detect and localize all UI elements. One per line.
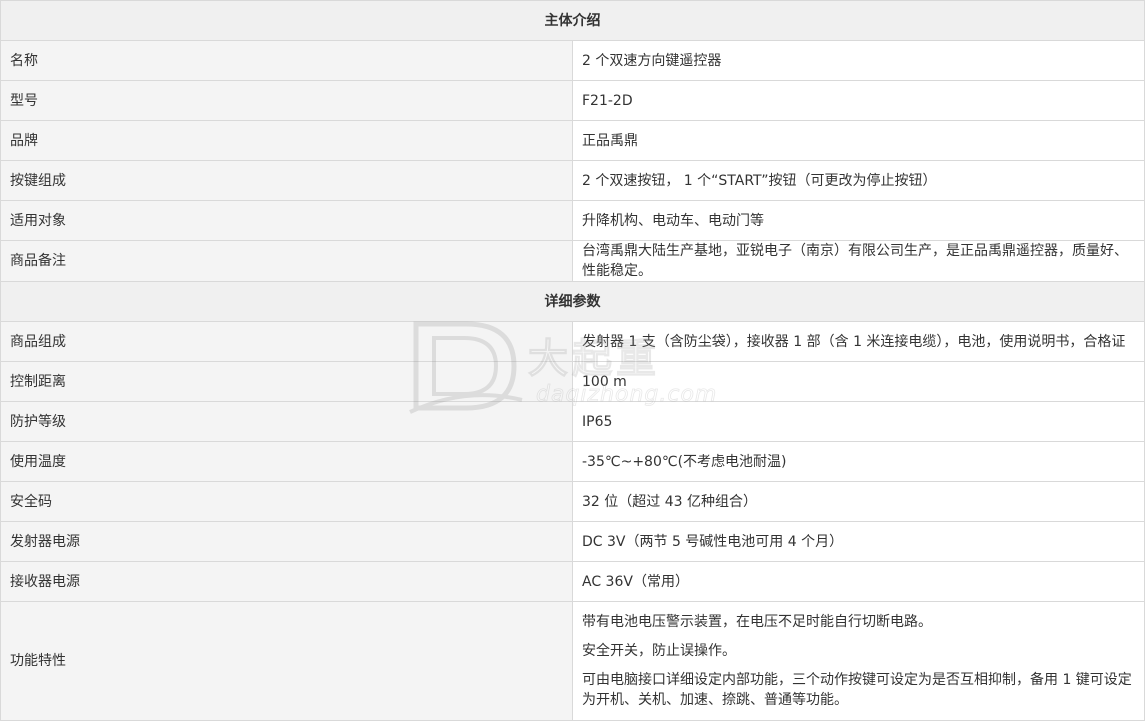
table-row: 品牌 正品禹鼎 bbox=[0, 120, 1145, 161]
row-value: 100 m bbox=[572, 361, 1145, 402]
row-value: DC 3V（两节 5 号碱性电池可用 4 个月） bbox=[572, 521, 1145, 562]
row-label: 功能特性 bbox=[0, 601, 573, 721]
row-value: F21-2D bbox=[572, 80, 1145, 121]
feature-line: 安全开关，防止误操作。 bbox=[582, 643, 736, 659]
row-label: 商品组成 bbox=[0, 321, 573, 362]
table-row: 使用温度 -35℃~+80℃(不考虑电池耐温) bbox=[0, 441, 1145, 482]
spec-table: 主体介绍 名称 2 个双速方向键遥控器 型号 F21-2D 品牌 正品禹鼎 按键… bbox=[0, 0, 1145, 721]
row-value: 2 个双速方向键遥控器 bbox=[572, 40, 1145, 81]
table-row: 按键组成 2 个双速按钮， 1 个“START”按钮（可更改为停止按钮） bbox=[0, 160, 1145, 201]
table-row: 发射器电源 DC 3V（两节 5 号碱性电池可用 4 个月） bbox=[0, 521, 1145, 562]
row-label: 防护等级 bbox=[0, 401, 573, 442]
row-value: 发射器 1 支（含防尘袋），接收器 1 部（含 1 米连接电缆），电池，使用说明… bbox=[572, 321, 1145, 362]
table-row: 安全码 32 位（超过 43 亿种组合） bbox=[0, 481, 1145, 522]
table-row: 商品备注 台湾禹鼎大陆生产基地，亚锐电子（南京）有限公司生产，是正品禹鼎遥控器，… bbox=[0, 240, 1145, 282]
feature-line: 可由电脑接口详细设定内部功能，三个动作按键可设定为是否互相抑制，备用 1 键可设… bbox=[582, 672, 1132, 708]
row-value: IP65 bbox=[572, 401, 1145, 442]
table-row: 适用对象 升降机构、电动车、电动门等 bbox=[0, 200, 1145, 241]
row-label: 接收器电源 bbox=[0, 561, 573, 602]
row-label: 控制距离 bbox=[0, 361, 573, 402]
table-row: 接收器电源 AC 36V（常用） bbox=[0, 561, 1145, 602]
row-value: 2 个双速按钮， 1 个“START”按钮（可更改为停止按钮） bbox=[572, 160, 1145, 201]
row-label: 使用温度 bbox=[0, 441, 573, 482]
section-title-intro: 主体介绍 bbox=[0, 0, 1145, 41]
table-row-features: 功能特性 带有电池电压警示装置，在电压不足时能自行切断电路。 安全开关，防止误操… bbox=[0, 601, 1145, 721]
row-value: 升降机构、电动车、电动门等 bbox=[572, 200, 1145, 241]
row-label: 品牌 bbox=[0, 120, 573, 161]
table-row: 名称 2 个双速方向键遥控器 bbox=[0, 40, 1145, 81]
row-value: -35℃~+80℃(不考虑电池耐温) bbox=[572, 441, 1145, 482]
row-value: 台湾禹鼎大陆生产基地，亚锐电子（南京）有限公司生产，是正品禹鼎遥控器，质量好、性… bbox=[572, 240, 1145, 282]
row-label: 按键组成 bbox=[0, 160, 573, 201]
row-label: 商品备注 bbox=[0, 240, 573, 282]
row-label: 型号 bbox=[0, 80, 573, 121]
table-row: 防护等级 IP65 bbox=[0, 401, 1145, 442]
table-row: 商品组成 发射器 1 支（含防尘袋），接收器 1 部（含 1 米连接电缆），电池… bbox=[0, 321, 1145, 362]
table-row: 型号 F21-2D bbox=[0, 80, 1145, 121]
feature-line: 带有电池电压警示装置，在电压不足时能自行切断电路。 bbox=[582, 614, 932, 630]
section-header-details: 详细参数 bbox=[0, 281, 1145, 322]
feature-list: 带有电池电压警示装置，在电压不足时能自行切断电路。 安全开关，防止误操作。 可由… bbox=[572, 601, 1145, 721]
row-value: AC 36V（常用） bbox=[572, 561, 1145, 602]
section-header-intro: 主体介绍 bbox=[0, 0, 1145, 41]
row-value: 正品禹鼎 bbox=[572, 120, 1145, 161]
row-label: 名称 bbox=[0, 40, 573, 81]
row-label: 安全码 bbox=[0, 481, 573, 522]
section-title-details: 详细参数 bbox=[0, 281, 1145, 322]
table-row: 控制距离 100 m bbox=[0, 361, 1145, 402]
row-label: 发射器电源 bbox=[0, 521, 573, 562]
row-label: 适用对象 bbox=[0, 200, 573, 241]
row-value: 32 位（超过 43 亿种组合） bbox=[572, 481, 1145, 522]
